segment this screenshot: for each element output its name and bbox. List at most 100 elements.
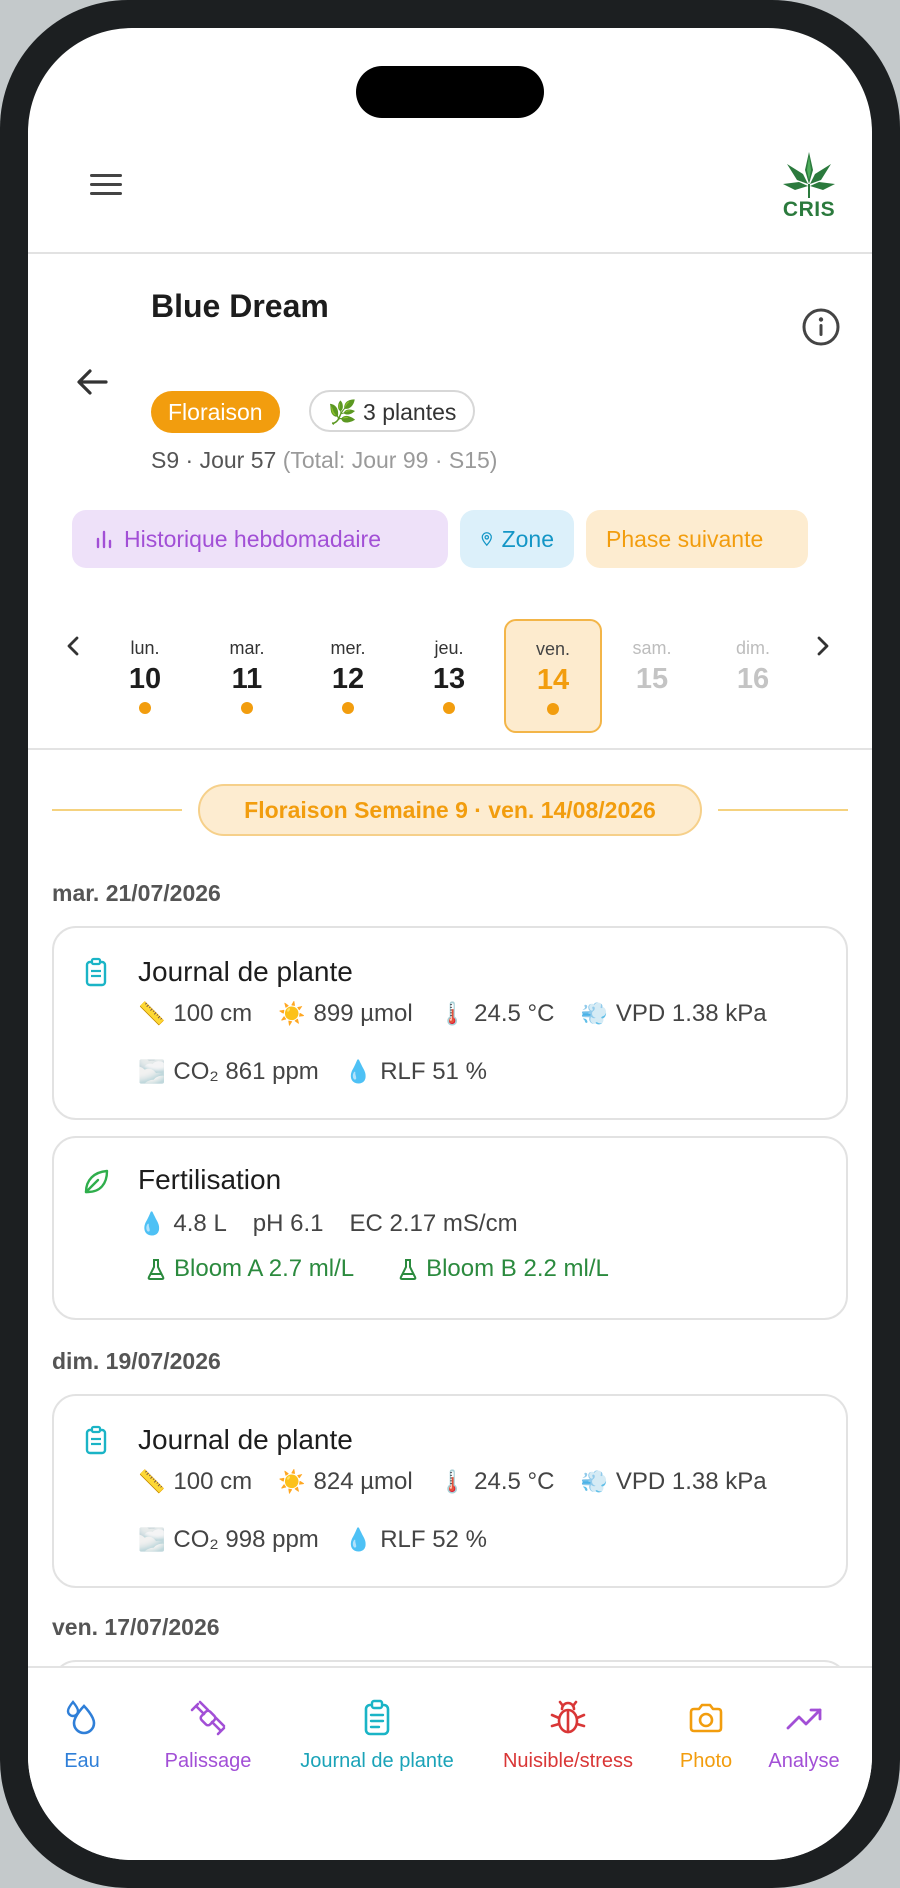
entry-title: Journal de plante xyxy=(138,956,353,987)
humidity-value: RLF 51 % xyxy=(380,1058,487,1085)
nav-label: Nuisible/stress xyxy=(502,1750,634,1772)
day-tue[interactable]: mar. 11 xyxy=(206,620,288,732)
ec-value: EC 2.17 mS/cm xyxy=(349,1210,518,1237)
nav-label: Eau xyxy=(64,1750,100,1772)
additives-row: Bloom A 2.7 ml/L Bloom B 2.2 ml/L xyxy=(146,1255,653,1283)
nav-water[interactable]: Eau xyxy=(54,1698,110,1773)
wind-icon: 💨 xyxy=(580,1469,608,1494)
additive-item: Bloom A 2.7 ml/L xyxy=(146,1255,354,1283)
plants-count-badge: 🌿 3 plantes xyxy=(309,390,476,432)
week-banner: Floraison Semaine 9 · ven. 14/08/2026 xyxy=(198,784,702,836)
ruler-icon: 📏 xyxy=(138,1469,166,1494)
day-sun[interactable]: dim. 16 xyxy=(712,620,794,732)
day-fri-selected[interactable]: ven. 14 xyxy=(504,619,602,733)
cris-logo[interactable]: CRIS xyxy=(774,150,844,230)
day-mon[interactable]: lun. 10 xyxy=(104,620,186,732)
co2-value: CO₂ 998 ppm xyxy=(173,1526,319,1553)
temperature-value: 24.5 °C xyxy=(474,1468,555,1495)
bug-icon xyxy=(550,1700,586,1734)
info-icon[interactable] xyxy=(800,306,842,348)
clipboard-icon xyxy=(364,1699,390,1736)
wind-icon: 💨 xyxy=(580,1001,608,1026)
clipboard-icon xyxy=(80,1424,112,1456)
entry-dot xyxy=(139,702,151,714)
camera-icon xyxy=(689,1703,723,1733)
height-value: 100 cm xyxy=(173,1000,253,1027)
water-drops-icon xyxy=(66,1700,96,1735)
fertilisation-entry-card[interactable]: Fertilisation 💧 4.8 L pH 6.1 EC 2.17 mS/c… xyxy=(52,1136,848,1320)
divider xyxy=(52,809,182,811)
app-header: CRIS xyxy=(28,126,872,254)
leaf-icon: 🌿 xyxy=(328,399,357,425)
nav-photo[interactable]: Photo xyxy=(666,1698,746,1773)
entry-dot xyxy=(342,702,354,714)
additive-item: Bloom B 2.2 ml/L xyxy=(398,1255,609,1283)
logo-text: CRIS xyxy=(782,198,836,221)
plants-count-label: 3 plantes xyxy=(363,399,457,425)
nav-label: Photo xyxy=(679,1750,733,1772)
entry-date-header: mar. 21/07/2026 xyxy=(52,880,221,906)
journal-entry-card[interactable]: Journal de plante 📏 100 cm ☀️ 824 µmol 🌡️ 2… xyxy=(52,1394,848,1588)
sun-icon: ☀️ xyxy=(278,1001,306,1026)
next-week-chevron-icon[interactable] xyxy=(808,628,838,664)
additive-label: Bloom B 2.2 ml/L xyxy=(426,1255,609,1282)
hamburger-menu-icon[interactable] xyxy=(88,168,124,204)
nav-label: Analyse xyxy=(768,1750,840,1772)
entry-dot xyxy=(443,702,455,714)
nav-analysis[interactable]: Analyse xyxy=(756,1698,852,1773)
leaf-icon xyxy=(80,1166,112,1198)
total-days: (Total: Jour 99 · S15) xyxy=(282,447,498,473)
dynamic-island xyxy=(356,66,544,118)
co2-value: CO₂ 861 ppm xyxy=(173,1058,319,1085)
measurements-row: 📏 100 cm ☀️ 824 µmol 🌡️ 24.5 °C 💨 VPD 1.38 k… xyxy=(138,1468,793,1496)
volume-value: 4.8 L xyxy=(173,1210,227,1237)
temperature-value: 24.5 °C xyxy=(474,1000,555,1027)
current-week-day: S9 · Jour 57 xyxy=(151,447,277,473)
droplet-icon: 💧 xyxy=(138,1211,166,1236)
training-knot-icon xyxy=(190,1700,226,1736)
fog-icon: 🌫️ xyxy=(138,1527,166,1552)
entry-date-header: ven. 17/07/2026 xyxy=(52,1614,220,1640)
app-screen: CRIS Blue Dream Floraison 🌿 3 plantes S9… xyxy=(28,28,872,1860)
clipboard-icon xyxy=(80,956,112,988)
journal-entry-card[interactable]: Journal de plante 📏 100 cm ☀️ 899 µmol 🌡️ 2… xyxy=(52,926,848,1120)
fog-icon: 🌫️ xyxy=(138,1059,166,1084)
nav-pest-stress[interactable]: Nuisible/stress xyxy=(480,1698,656,1773)
day-wed[interactable]: mer. 12 xyxy=(307,620,389,732)
zone-button[interactable]: Zone xyxy=(460,510,574,568)
bar-chart-icon xyxy=(96,530,112,549)
weekly-history-label: Historique hebdomadaire xyxy=(124,526,381,552)
thermometer-icon: 🌡️ xyxy=(438,1001,467,1026)
day-sat[interactable]: sam. 15 xyxy=(611,620,693,732)
cannabis-leaf-icon xyxy=(783,152,835,198)
next-phase-button[interactable]: Phase suivante xyxy=(586,510,808,568)
vpd-value: VPD 1.38 kPa xyxy=(615,1468,767,1495)
bottom-navigation: Eau Palissage Journal de plante Nuisible… xyxy=(28,1666,872,1860)
zone-label: Zone xyxy=(501,526,554,552)
divider xyxy=(28,748,872,750)
entry-dot xyxy=(547,703,559,715)
additive-label: Bloom A 2.7 ml/L xyxy=(174,1255,355,1282)
back-arrow-icon[interactable] xyxy=(68,358,116,406)
entry-title: Fertilisation xyxy=(138,1164,282,1195)
droplet-icon: 💧 xyxy=(344,1059,373,1084)
day-thu[interactable]: jeu. 13 xyxy=(408,620,490,732)
flask-icon xyxy=(147,1259,165,1280)
location-pin-icon xyxy=(481,532,492,547)
previous-week-chevron-icon[interactable] xyxy=(58,628,88,664)
phone-frame: CRIS Blue Dream Floraison 🌿 3 plantes S9… xyxy=(0,0,900,1888)
entry-dot xyxy=(241,702,253,714)
nav-label: Journal de plante xyxy=(300,1750,454,1772)
ph-value: pH 6.1 xyxy=(252,1210,324,1237)
nav-plant-journal[interactable]: Journal de plante xyxy=(272,1698,482,1773)
nav-training[interactable]: Palissage xyxy=(138,1698,278,1773)
next-phase-label: Phase suivante xyxy=(606,526,764,552)
entry-title: Journal de plante xyxy=(138,1424,353,1455)
trending-up-icon xyxy=(786,1708,822,1730)
light-value: 899 µmol xyxy=(313,1000,413,1027)
humidity-value: RLF 52 % xyxy=(380,1526,487,1553)
flask-icon xyxy=(399,1259,417,1280)
thermometer-icon: 🌡️ xyxy=(438,1469,467,1494)
weekly-history-button[interactable]: Historique hebdomadaire xyxy=(72,510,448,568)
droplet-icon: 💧 xyxy=(344,1527,373,1552)
